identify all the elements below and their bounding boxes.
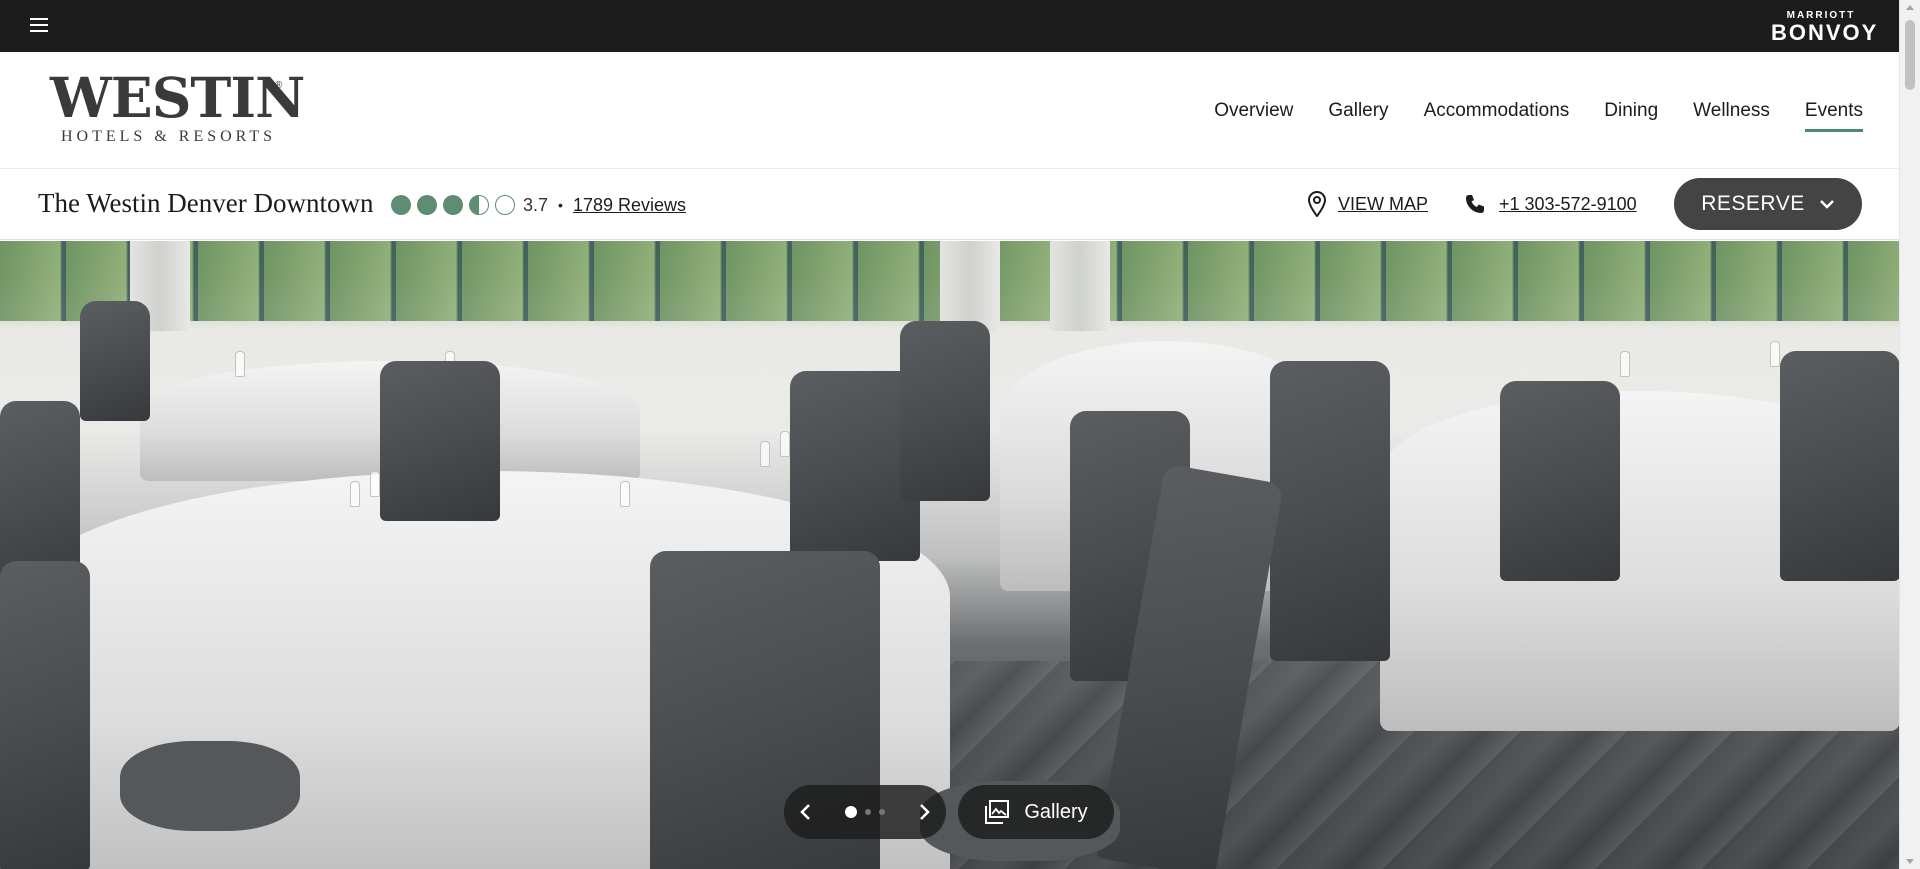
- hero-chair: [1500, 381, 1620, 581]
- hero-chair: [0, 561, 90, 869]
- bonvoy-logo-big: BONVOY: [1771, 20, 1879, 45]
- reserve-label: RESERVE: [1701, 192, 1805, 215]
- rating-score: 3.7: [523, 194, 549, 215]
- hero-chair-seat: [120, 741, 300, 831]
- rating-separator: •: [558, 197, 563, 213]
- hotel-info-bar: The Westin Denver Downtown 3.7 • 1789 Re…: [0, 170, 1899, 240]
- carousel-dot[interactable]: [879, 809, 885, 815]
- hero-chair: [1270, 361, 1390, 661]
- hero-glass: [350, 481, 360, 507]
- hero-glass: [370, 471, 380, 497]
- phone-link[interactable]: +1 303-572-9100: [1465, 188, 1637, 220]
- nav-dining[interactable]: Dining: [1604, 92, 1658, 130]
- nav-events[interactable]: Events: [1804, 92, 1864, 132]
- hero-chair: [1780, 351, 1899, 581]
- rating: 3.7 • 1789 Reviews: [391, 192, 686, 218]
- carousel-next-button[interactable]: [918, 803, 932, 821]
- hamburger-menu-icon[interactable]: [30, 18, 48, 32]
- view-map-label: VIEW MAP: [1338, 193, 1429, 214]
- hero-curtain: [1050, 241, 1110, 331]
- hero-chair: [900, 321, 990, 501]
- hero-glass: [1620, 351, 1630, 377]
- chevron-right-icon: [920, 804, 930, 820]
- hero-glass: [235, 351, 245, 377]
- rating-circle-half: [469, 195, 489, 215]
- rating-circle-empty: [495, 195, 515, 215]
- carousel-prev-button[interactable]: [798, 803, 812, 821]
- rating-circle-full: [391, 195, 411, 215]
- hero-chair: [80, 301, 150, 421]
- map-pin-icon: [1308, 191, 1326, 217]
- chevron-down-icon: [1819, 200, 1834, 209]
- gallery-icon: [985, 800, 1010, 824]
- chevron-left-icon: [800, 804, 810, 820]
- nav-overview[interactable]: Overview: [1214, 92, 1293, 130]
- logo-wordmark: WESTIN: [50, 65, 305, 130]
- registered-mark: ®: [275, 80, 283, 91]
- phone-icon: [1466, 195, 1484, 213]
- hero-curtain: [940, 241, 1000, 331]
- scrollbar-thumb[interactable]: [1905, 20, 1915, 90]
- nav-accommodations[interactable]: Accommodations: [1424, 92, 1570, 130]
- carousel-dot[interactable]: [865, 809, 871, 815]
- main-nav: Overview Gallery Accommodations Dining W…: [1179, 52, 1864, 169]
- rating-circle-full: [443, 195, 463, 215]
- nav-wellness[interactable]: Wellness: [1693, 92, 1770, 130]
- logo-tagline: HOTELS & RESORTS: [61, 128, 277, 145]
- phone-number: +1 303-572-9100: [1499, 193, 1637, 214]
- marriott-bonvoy-logo[interactable]: MARRIOTT BONVOY: [1771, 10, 1879, 45]
- reserve-button[interactable]: RESERVE: [1674, 178, 1862, 230]
- scroll-up-arrow[interactable]: [1906, 5, 1914, 10]
- view-map-link[interactable]: VIEW MAP: [1308, 188, 1428, 220]
- hero-glass: [780, 431, 790, 457]
- hero-image: [0, 241, 1899, 869]
- page: MARRIOTT BONVOY WESTIN HOTELS & RESORTS …: [0, 0, 1920, 869]
- gallery-button-label: Gallery: [1024, 800, 1088, 823]
- rating-circle-full: [417, 195, 437, 215]
- hero-chair: [380, 361, 500, 521]
- hero-glass: [1770, 341, 1780, 367]
- gallery-button[interactable]: Gallery: [958, 785, 1114, 839]
- reviews-link[interactable]: 1789 Reviews: [573, 195, 686, 216]
- carousel-dot-active[interactable]: [845, 806, 857, 818]
- hero-glass: [620, 481, 630, 507]
- scroll-down-arrow[interactable]: [1906, 859, 1914, 864]
- westin-logo[interactable]: WESTIN HOTELS & RESORTS ®: [50, 65, 305, 154]
- carousel-controls: [784, 785, 946, 839]
- page-scrollbar[interactable]: [1899, 0, 1920, 869]
- carousel-indicators: [845, 806, 885, 818]
- top-bar: MARRIOTT BONVOY: [0, 0, 1899, 52]
- brand-bar: WESTIN HOTELS & RESORTS ® Overview Galle…: [0, 52, 1899, 169]
- hotel-name: The Westin Denver Downtown: [38, 188, 374, 218]
- hero-glass: [760, 441, 770, 467]
- nav-gallery[interactable]: Gallery: [1328, 92, 1388, 130]
